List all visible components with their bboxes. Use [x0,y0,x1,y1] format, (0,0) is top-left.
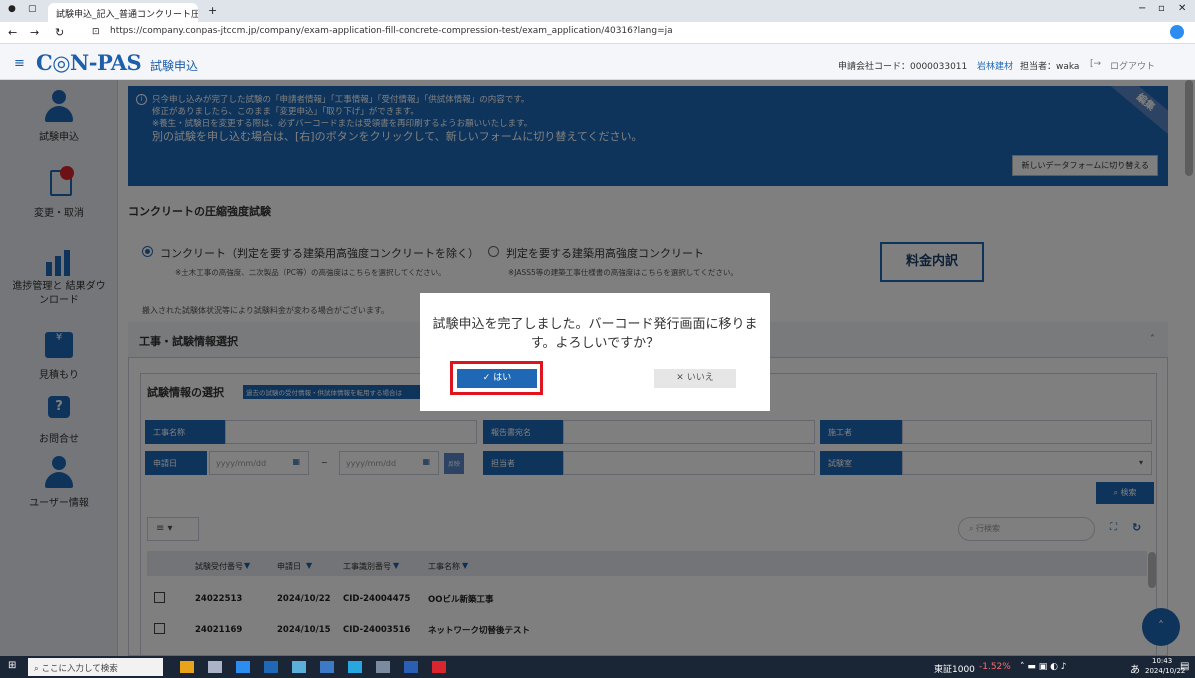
app-header: ≡ C◎N-PAS 試験申込 申請会社コード：0000033011 岩林建材 担… [0,44,1195,80]
user-name: 担当者：waka [1020,62,1080,72]
dialog-message: 試験申込を完了しました。バーコード発行画面に移ります。よろしいですか？ [432,317,758,351]
browser-tab[interactable]: 試験申込_記入_普通コンクリート圧縮 ✕ [48,3,198,22]
logout-link[interactable]: ログアウト [1110,59,1155,72]
app-icon[interactable] [264,661,278,673]
app-icon[interactable] [376,661,390,673]
windows-start-icon[interactable]: ⊞ [8,660,16,671]
clock-time[interactable]: 10:43 [1152,657,1172,665]
stock-change: -1.52% [979,662,1011,672]
ime-indicator[interactable]: あ [1130,661,1140,676]
stock-name[interactable]: 東証1000 [934,662,975,675]
logout-icon[interactable]: [→ [1090,59,1101,69]
explorer-icon[interactable] [180,661,194,673]
new-tab-icon[interactable]: + [208,4,217,17]
edge-icon[interactable] [348,661,362,673]
yes-button-label: はい [493,373,512,383]
menu-icon[interactable]: ≡ [14,56,25,71]
check-icon: ✓ [482,373,494,383]
no-button-label: いいえ [686,373,714,383]
reload-icon[interactable]: ↻ [55,26,64,39]
url-field[interactable]: https://company.conpas-jtccm.jp/company/… [110,26,1010,41]
tab-actions-icon[interactable]: ▢ [28,4,37,14]
app-icon[interactable] [292,661,306,673]
confirm-dialog: 試験申込を完了しました。バーコード発行画面に移ります。よろしいですか？ ✓ はい… [420,293,770,411]
app-icon[interactable] [320,661,334,673]
yes-button[interactable]: ✓ はい [457,369,537,388]
taskview-icon[interactable] [208,661,222,673]
company-code: 申請会社コード：0000033011 [838,62,968,72]
close-icon: ✕ [676,373,687,383]
copilot-icon[interactable] [1170,25,1184,39]
browser-tab-bar: ● ▢ 試験申込_記入_普通コンクリート圧縮 ✕ + − ▫ ✕ [0,0,1195,22]
forward-icon[interactable]: → [30,26,39,39]
lock-icon: ⊡ [92,27,100,37]
app-subtitle: 試験申込 [150,59,199,73]
tray-icons[interactable]: ˄ ▬ ▣ ◐ ♪ [1020,662,1067,672]
acrobat-icon[interactable] [432,661,446,673]
tab-title: 試験申込_記入_普通コンクリート圧縮 [56,10,198,20]
app-icon[interactable] [236,661,250,673]
back-icon[interactable]: ← [8,26,17,39]
no-button[interactable]: ✕ いいえ [654,369,736,388]
address-bar: ← → ↻ ⊡ https://company.conpas-jtccm.jp/… [0,22,1195,44]
company-name: 岩林建材 [977,62,1014,72]
taskbar: ⊞ ⌕ ここに入力して検索 東証1000 -1.52% ˄ ▬ ▣ ◐ ♪ あ … [0,656,1195,678]
minimize-icon[interactable]: − [1138,3,1146,14]
word-icon[interactable] [404,661,418,673]
taskbar-search[interactable]: ⌕ ここに入力して検索 [28,658,163,676]
taskbar-search-placeholder: ここに入力して検索 [41,664,118,674]
notification-icon[interactable]: ▤ [1180,661,1189,672]
profile-icon[interactable]: ● [8,4,16,14]
logo[interactable]: C◎N-PAS [36,50,142,75]
close-icon[interactable]: ✕ [1178,3,1186,14]
restore-icon[interactable]: ▫ [1158,3,1165,14]
